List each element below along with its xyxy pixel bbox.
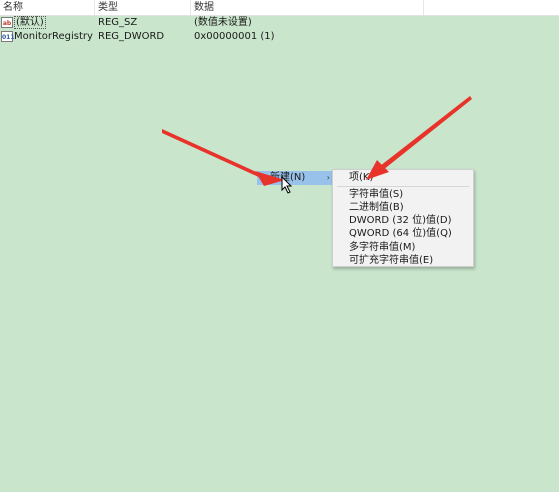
column-divider[interactable] xyxy=(94,0,95,15)
column-divider[interactable] xyxy=(423,0,424,15)
column-divider[interactable] xyxy=(190,0,191,15)
binary-value-icon: 011 xyxy=(1,31,15,42)
menu-separator xyxy=(337,186,469,187)
mouse-cursor-icon xyxy=(281,176,293,194)
red-arrow-icon xyxy=(380,96,472,170)
context-menu-new[interactable]: 新建(N) › xyxy=(257,171,333,185)
registry-value-row[interactable]: ab (默认) REG_SZ (数值未设置) xyxy=(0,16,559,30)
value-data: 0x00000001 (1) xyxy=(194,31,275,42)
submenu-item-string-value[interactable]: 字符串值(S) xyxy=(349,189,403,201)
annotation-overlay xyxy=(162,96,472,186)
string-value-icon: ab xyxy=(1,17,13,28)
column-header: 名称 类型 数据 xyxy=(0,0,559,16)
red-arrow-icon xyxy=(162,129,265,179)
submenu-item-binary-value[interactable]: 二进制值(B) xyxy=(349,202,404,214)
new-submenu: 项(K) 字符串值(S) 二进制值(B) DWORD (32 位)值(D) QW… xyxy=(332,169,474,267)
registry-value-row[interactable]: 011 MonitorRegistry REG_DWORD 0x00000001… xyxy=(0,30,559,44)
value-type: REG_DWORD xyxy=(98,31,165,42)
chevron-right-icon: › xyxy=(326,173,330,182)
submenu-item-expandable-string-value[interactable]: 可扩充字符串值(E) xyxy=(349,255,433,267)
value-data: (数值未设置) xyxy=(194,17,252,28)
value-name: MonitorRegistry xyxy=(14,31,93,42)
submenu-item-qword-value[interactable]: QWORD (64 位)值(Q) xyxy=(349,228,452,240)
submenu-item-multi-string-value[interactable]: 多字符串值(M) xyxy=(349,242,415,254)
value-name: (默认) xyxy=(14,16,46,29)
column-name[interactable]: 名称 xyxy=(3,2,23,14)
submenu-item-key[interactable]: 项(K) xyxy=(349,172,373,184)
submenu-item-dword-value[interactable]: DWORD (32 位)值(D) xyxy=(349,215,452,227)
value-type: REG_SZ xyxy=(98,17,138,28)
column-type[interactable]: 类型 xyxy=(98,2,118,14)
column-data[interactable]: 数据 xyxy=(194,2,214,14)
